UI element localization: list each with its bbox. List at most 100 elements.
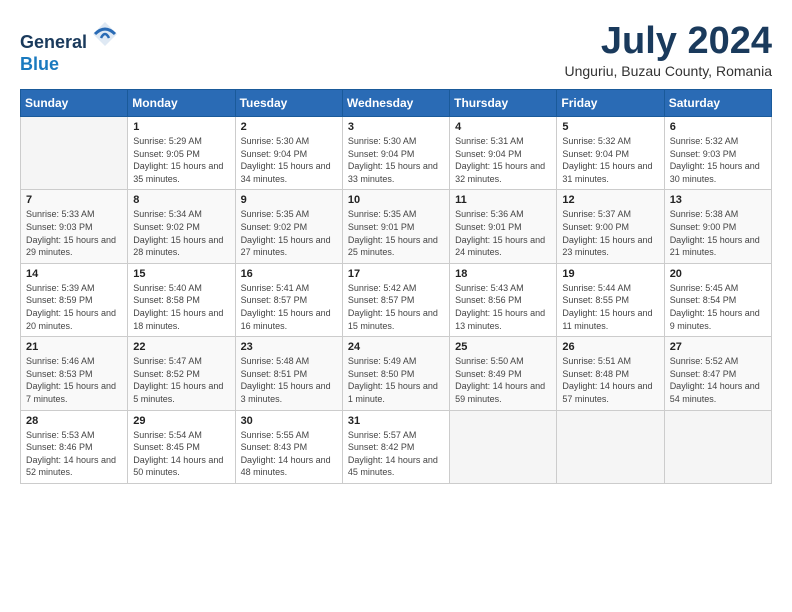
day-info: Sunrise: 5:39 AMSunset: 8:59 PMDaylight:… xyxy=(26,282,122,332)
calendar-cell: 10 Sunrise: 5:35 AMSunset: 9:01 PMDaylig… xyxy=(342,190,449,263)
day-info: Sunrise: 5:38 AMSunset: 9:00 PMDaylight:… xyxy=(670,208,766,258)
calendar-cell: 15 Sunrise: 5:40 AMSunset: 8:58 PMDaylig… xyxy=(128,263,235,336)
calendar-cell: 1 Sunrise: 5:29 AMSunset: 9:05 PMDayligh… xyxy=(128,117,235,190)
calendar-cell xyxy=(557,410,664,483)
title-block: July 2024 Unguriu, Buzau County, Romania xyxy=(564,20,772,79)
calendar-cell: 20 Sunrise: 5:45 AMSunset: 8:54 PMDaylig… xyxy=(664,263,771,336)
day-info: Sunrise: 5:42 AMSunset: 8:57 PMDaylight:… xyxy=(348,282,444,332)
day-info: Sunrise: 5:32 AMSunset: 9:04 PMDaylight:… xyxy=(562,135,658,185)
day-info: Sunrise: 5:34 AMSunset: 9:02 PMDaylight:… xyxy=(133,208,229,258)
day-info: Sunrise: 5:32 AMSunset: 9:03 PMDaylight:… xyxy=(670,135,766,185)
header-tuesday: Tuesday xyxy=(235,90,342,117)
day-number: 12 xyxy=(562,194,658,206)
day-number: 5 xyxy=(562,121,658,133)
calendar-cell: 8 Sunrise: 5:34 AMSunset: 9:02 PMDayligh… xyxy=(128,190,235,263)
day-info: Sunrise: 5:46 AMSunset: 8:53 PMDaylight:… xyxy=(26,355,122,405)
day-info: Sunrise: 5:35 AMSunset: 9:01 PMDaylight:… xyxy=(348,208,444,258)
day-info: Sunrise: 5:48 AMSunset: 8:51 PMDaylight:… xyxy=(241,355,337,405)
calendar-cell: 16 Sunrise: 5:41 AMSunset: 8:57 PMDaylig… xyxy=(235,263,342,336)
day-number: 21 xyxy=(26,341,122,353)
calendar-cell: 26 Sunrise: 5:51 AMSunset: 8:48 PMDaylig… xyxy=(557,337,664,410)
day-number: 30 xyxy=(241,415,337,427)
day-number: 7 xyxy=(26,194,122,206)
calendar-cell: 11 Sunrise: 5:36 AMSunset: 9:01 PMDaylig… xyxy=(450,190,557,263)
calendar-cell: 7 Sunrise: 5:33 AMSunset: 9:03 PMDayligh… xyxy=(21,190,128,263)
day-info: Sunrise: 5:37 AMSunset: 9:00 PMDaylight:… xyxy=(562,208,658,258)
calendar-cell: 21 Sunrise: 5:46 AMSunset: 8:53 PMDaylig… xyxy=(21,337,128,410)
day-number: 11 xyxy=(455,194,551,206)
day-info: Sunrise: 5:53 AMSunset: 8:46 PMDaylight:… xyxy=(26,429,122,479)
calendar-header-row: SundayMondayTuesdayWednesdayThursdayFrid… xyxy=(21,90,772,117)
day-info: Sunrise: 5:41 AMSunset: 8:57 PMDaylight:… xyxy=(241,282,337,332)
month-title: July 2024 xyxy=(564,20,772,63)
calendar-cell: 12 Sunrise: 5:37 AMSunset: 9:00 PMDaylig… xyxy=(557,190,664,263)
day-number: 17 xyxy=(348,268,444,280)
day-info: Sunrise: 5:52 AMSunset: 8:47 PMDaylight:… xyxy=(670,355,766,405)
calendar-cell: 14 Sunrise: 5:39 AMSunset: 8:59 PMDaylig… xyxy=(21,263,128,336)
day-info: Sunrise: 5:49 AMSunset: 8:50 PMDaylight:… xyxy=(348,355,444,405)
week-row-1: 1 Sunrise: 5:29 AMSunset: 9:05 PMDayligh… xyxy=(21,117,772,190)
location-subtitle: Unguriu, Buzau County, Romania xyxy=(564,63,772,79)
day-number: 28 xyxy=(26,415,122,427)
day-number: 4 xyxy=(455,121,551,133)
calendar-cell: 25 Sunrise: 5:50 AMSunset: 8:49 PMDaylig… xyxy=(450,337,557,410)
calendar-cell: 28 Sunrise: 5:53 AMSunset: 8:46 PMDaylig… xyxy=(21,410,128,483)
day-number: 2 xyxy=(241,121,337,133)
calendar-cell: 30 Sunrise: 5:55 AMSunset: 8:43 PMDaylig… xyxy=(235,410,342,483)
day-number: 14 xyxy=(26,268,122,280)
day-info: Sunrise: 5:44 AMSunset: 8:55 PMDaylight:… xyxy=(562,282,658,332)
day-number: 20 xyxy=(670,268,766,280)
calendar-cell: 24 Sunrise: 5:49 AMSunset: 8:50 PMDaylig… xyxy=(342,337,449,410)
calendar-cell: 2 Sunrise: 5:30 AMSunset: 9:04 PMDayligh… xyxy=(235,117,342,190)
calendar-cell: 4 Sunrise: 5:31 AMSunset: 9:04 PMDayligh… xyxy=(450,117,557,190)
calendar-cell xyxy=(21,117,128,190)
day-number: 3 xyxy=(348,121,444,133)
calendar-cell: 22 Sunrise: 5:47 AMSunset: 8:52 PMDaylig… xyxy=(128,337,235,410)
logo-general: General xyxy=(20,32,87,52)
calendar-cell xyxy=(664,410,771,483)
day-number: 26 xyxy=(562,341,658,353)
day-info: Sunrise: 5:31 AMSunset: 9:04 PMDaylight:… xyxy=(455,135,551,185)
day-info: Sunrise: 5:51 AMSunset: 8:48 PMDaylight:… xyxy=(562,355,658,405)
week-row-3: 14 Sunrise: 5:39 AMSunset: 8:59 PMDaylig… xyxy=(21,263,772,336)
logo-icon xyxy=(91,20,119,48)
calendar-cell: 18 Sunrise: 5:43 AMSunset: 8:56 PMDaylig… xyxy=(450,263,557,336)
logo-blue: Blue xyxy=(20,54,59,74)
day-number: 13 xyxy=(670,194,766,206)
day-info: Sunrise: 5:36 AMSunset: 9:01 PMDaylight:… xyxy=(455,208,551,258)
calendar-cell: 6 Sunrise: 5:32 AMSunset: 9:03 PMDayligh… xyxy=(664,117,771,190)
day-info: Sunrise: 5:54 AMSunset: 8:45 PMDaylight:… xyxy=(133,429,229,479)
header-sunday: Sunday xyxy=(21,90,128,117)
header-thursday: Thursday xyxy=(450,90,557,117)
calendar-cell: 3 Sunrise: 5:30 AMSunset: 9:04 PMDayligh… xyxy=(342,117,449,190)
calendar-cell: 27 Sunrise: 5:52 AMSunset: 8:47 PMDaylig… xyxy=(664,337,771,410)
week-row-2: 7 Sunrise: 5:33 AMSunset: 9:03 PMDayligh… xyxy=(21,190,772,263)
calendar-cell: 31 Sunrise: 5:57 AMSunset: 8:42 PMDaylig… xyxy=(342,410,449,483)
day-number: 10 xyxy=(348,194,444,206)
calendar-cell: 5 Sunrise: 5:32 AMSunset: 9:04 PMDayligh… xyxy=(557,117,664,190)
day-info: Sunrise: 5:57 AMSunset: 8:42 PMDaylight:… xyxy=(348,429,444,479)
day-number: 9 xyxy=(241,194,337,206)
day-number: 23 xyxy=(241,341,337,353)
day-number: 16 xyxy=(241,268,337,280)
day-number: 6 xyxy=(670,121,766,133)
week-row-5: 28 Sunrise: 5:53 AMSunset: 8:46 PMDaylig… xyxy=(21,410,772,483)
day-info: Sunrise: 5:30 AMSunset: 9:04 PMDaylight:… xyxy=(241,135,337,185)
page-header: General Blue July 2024 Unguriu, Buzau Co… xyxy=(20,20,772,79)
day-number: 29 xyxy=(133,415,229,427)
header-friday: Friday xyxy=(557,90,664,117)
day-number: 8 xyxy=(133,194,229,206)
calendar-cell: 13 Sunrise: 5:38 AMSunset: 9:00 PMDaylig… xyxy=(664,190,771,263)
day-number: 18 xyxy=(455,268,551,280)
day-info: Sunrise: 5:33 AMSunset: 9:03 PMDaylight:… xyxy=(26,208,122,258)
day-number: 24 xyxy=(348,341,444,353)
day-number: 31 xyxy=(348,415,444,427)
day-info: Sunrise: 5:50 AMSunset: 8:49 PMDaylight:… xyxy=(455,355,551,405)
header-saturday: Saturday xyxy=(664,90,771,117)
day-number: 1 xyxy=(133,121,229,133)
day-number: 27 xyxy=(670,341,766,353)
day-number: 15 xyxy=(133,268,229,280)
header-monday: Monday xyxy=(128,90,235,117)
day-number: 19 xyxy=(562,268,658,280)
week-row-4: 21 Sunrise: 5:46 AMSunset: 8:53 PMDaylig… xyxy=(21,337,772,410)
